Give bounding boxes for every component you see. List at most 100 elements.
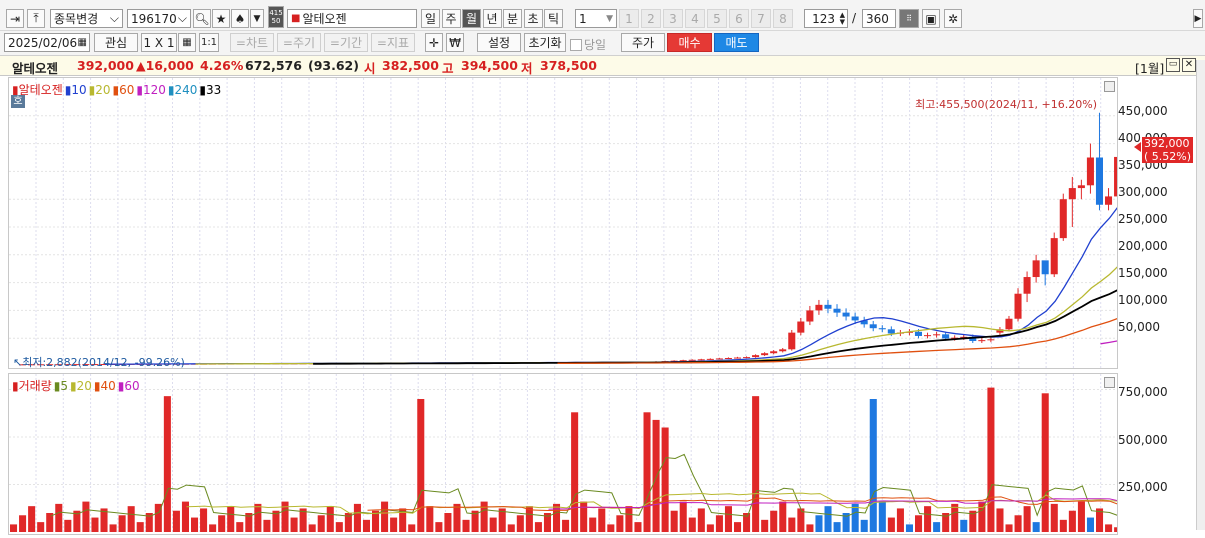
legend-item[interactable]: ▮240 [168,83,198,97]
period-tab-0[interactable]: 일 [421,9,440,28]
volume-bar [697,508,705,532]
volume-bar [770,510,778,532]
candle-body [924,335,932,337]
close-icon[interactable]: ✕ [1182,58,1196,72]
stock-code-input[interactable]: 196170 ⌵ [127,9,191,28]
stock-name-field[interactable]: ■ 알테오젠 [287,9,417,28]
crosshair-icon[interactable]: ✛ [425,33,443,52]
main-toolbar: ⇥ ⤒ 종목변경 ⌵ 196170 ⌵ 🔍︎ ★ ♠ ▼ 415 50 ■ 알테오젠 … [0,0,1205,31]
tick-number-button[interactable]: 2 [641,9,661,28]
volume-bar [924,506,932,532]
pin-top-icon[interactable]: ⤒ [27,9,45,28]
volume-bar [1014,515,1022,532]
corner-tag[interactable]: 호 [11,95,25,108]
save-icon[interactable]: ▣ [922,9,940,28]
tick-number-button[interactable]: 5 [707,9,727,28]
period-tab-3[interactable]: 년 [482,9,502,28]
period-tab-4[interactable]: 분 [503,9,522,28]
vertical-scrollbar[interactable] [1196,60,1205,530]
candle-body [1005,318,1013,330]
chart-button[interactable]: =차트 [230,33,274,52]
won-icon[interactable]: ₩ [446,33,464,52]
volume-bar [580,501,588,532]
layout-select[interactable]: 1 X 1 [141,33,177,52]
tick-select[interactable]: 1 ▼ [575,9,617,28]
legend-item[interactable]: ▮20 [89,83,111,97]
period-button[interactable]: =기간 [324,33,368,52]
pin-left-icon[interactable]: ⇥ [6,9,24,28]
panel-scroll-icon[interactable] [1104,377,1115,388]
star-icon[interactable]: ★ [212,9,230,28]
volume-bar [82,501,90,532]
reset-button[interactable]: 초기화 [524,33,566,52]
indicator-button[interactable]: =지표 [371,33,415,52]
volume-bar [218,515,226,532]
legend-item[interactable]: ▮10 [65,83,87,97]
gear-icon[interactable]: ✲ [944,9,962,28]
price-chart-panel[interactable]: ▮알테오젠 ▮10 ▮20 ▮60 ▮120 ▮240 ▮33 호 최고:455,500(2… [8,77,1118,369]
volume-bar [317,515,325,532]
legend-item[interactable]: ▮60 [118,379,140,393]
settings-button[interactable]: 설정 [477,33,521,52]
price-button[interactable]: 주가 [621,33,665,52]
current-price-value: 392,000 [1144,137,1190,150]
volume-bar [1032,522,1040,532]
search-icon[interactable]: 🔍︎ [193,9,211,28]
period-tab-6[interactable]: 틱 [544,9,563,28]
legend-item[interactable]: ▮거래량 [12,379,52,393]
tick-number-button[interactable]: 1 [619,9,639,28]
tick-number-button[interactable]: 6 [729,9,749,28]
legend-item[interactable]: ▮120 [136,83,166,97]
layout-grid-icon[interactable]: ▦ [178,33,196,52]
candle-body [1041,260,1049,275]
candle-body [1068,188,1076,200]
candle-body [1105,196,1113,205]
count-input[interactable]: 123 ▲ ▼ [804,9,848,28]
buy-button[interactable]: 매수 [667,33,712,52]
spinner-icon[interactable]: ▲ ▼ [840,11,845,26]
candle-body [688,359,696,361]
volume-chart-svg[interactable] [9,374,1117,534]
legend-item[interactable]: ▮20 [70,379,92,393]
stock-change-select[interactable]: 종목변경 ⌵ [50,9,123,28]
panel-scroll-icon[interactable] [1104,81,1115,92]
sameday-checkbox[interactable]: 당일 [570,36,606,53]
watch-button[interactable]: 관심 [94,33,138,52]
volume-bar [326,506,334,532]
tick-number-button[interactable]: 8 [773,9,793,28]
volume-bar [951,503,959,532]
volume-bar [887,517,895,532]
volume-bar [1105,524,1113,532]
tick-number-button[interactable]: 7 [751,9,771,28]
cycle-button[interactable]: =주기 [277,33,321,52]
tick-number-button[interactable]: 3 [663,9,683,28]
badge-415-50[interactable]: 415 50 [268,6,284,28]
stock-marker-icon: ■ [291,13,301,24]
period-tab-1[interactable]: 주 [441,9,461,28]
tick-number-button[interactable]: 4 [685,9,705,28]
spade-icon[interactable]: ♠ [231,9,249,28]
price-chart-svg[interactable] [9,78,1117,368]
date-input[interactable]: 2025/02/06 ▦ [4,33,90,52]
secondary-toolbar: 2025/02/06 ▦ 관심 1 X 1 ▦ 1:1 =차트 =주기 =기간 =… [0,31,1205,56]
volume-chart-panel[interactable]: ▮거래량 ▮5 ▮20 ▮40 ▮60 [8,373,1118,535]
legend-item[interactable]: ▮33 [199,83,221,97]
stock-info-bar: 알테오젠 392,000 ▲16,000 4.26% 672,576 (93.6… [0,56,1205,76]
candle-body [887,329,895,334]
volume-bar [200,508,208,532]
low-note: ↖최저:2,882(2014/12, -99.26%) [13,356,185,369]
legend-item[interactable]: ▮60 [113,83,135,97]
checkbox-box[interactable] [570,38,582,51]
grid-view-icon[interactable]: ⠿ [899,9,919,28]
maximize-icon[interactable]: ▭ [1166,58,1180,72]
period-tab-2[interactable]: 월 [462,9,481,28]
calendar-icon[interactable]: ▦ [78,37,87,48]
sell-button[interactable]: 매도 [714,33,759,52]
legend-item[interactable]: ▮5 [54,379,68,393]
legend-item[interactable]: ▮40 [94,379,116,393]
period-tab-5[interactable]: 초 [523,9,543,28]
dropdown-arrow-icon[interactable]: ▼ [250,9,264,28]
one-by-one-button[interactable]: 1:1 [199,33,219,52]
info-open-label: 시 [364,61,376,76]
collapse-right-icon[interactable]: ▶ [1193,9,1203,28]
